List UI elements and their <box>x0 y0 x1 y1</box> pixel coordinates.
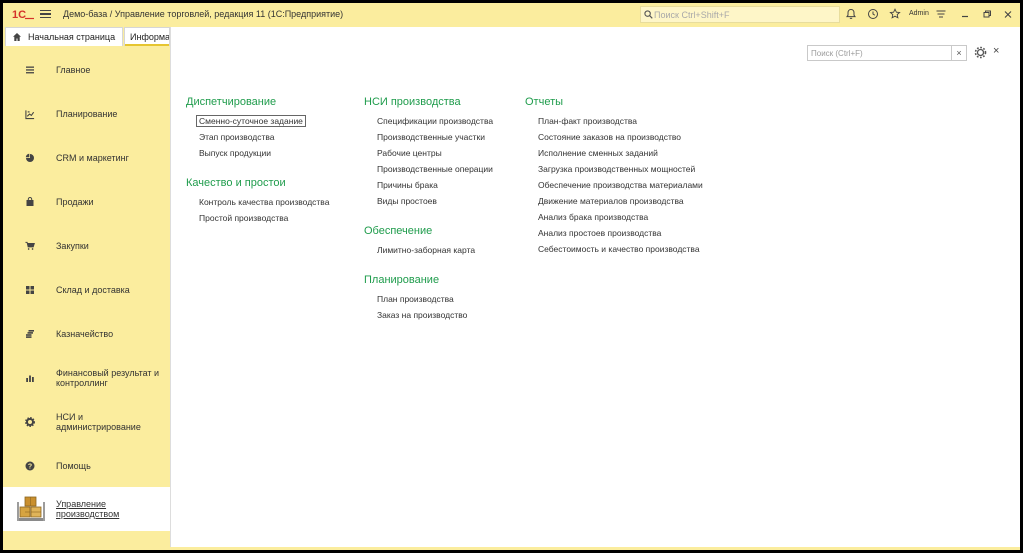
search-icon <box>644 10 653 19</box>
favorites-star-icon[interactable] <box>889 8 901 20</box>
group-gap <box>364 258 493 273</box>
user-name[interactable]: Admin <box>909 10 929 17</box>
nav-link[interactable]: Обеспечение производства материалами <box>525 177 703 193</box>
cart-icon <box>25 241 35 251</box>
group-title: Диспетчирование <box>186 96 277 108</box>
column-reports: Отчеты План-факт производства Состояние … <box>525 95 703 257</box>
planning-chart-icon <box>25 109 35 119</box>
form-search-box[interactable] <box>807 45 952 61</box>
sidebar-item-label: Закупки <box>56 241 89 251</box>
nav-link[interactable]: Лимитно-заборная карта <box>364 242 493 258</box>
bag-icon <box>25 197 35 207</box>
nav-link[interactable]: Простой производства <box>186 210 329 226</box>
settings-gear-icon[interactable] <box>974 46 987 59</box>
sidebar-item-label: CRM и маркетинг <box>56 153 129 163</box>
tab-home[interactable]: Начальная страница <box>5 27 123 46</box>
nav-link[interactable]: Контроль качества производства <box>186 194 329 210</box>
sidebar-item-planning[interactable]: Планирование <box>3 92 170 136</box>
nav-link[interactable]: Рабочие центры <box>364 145 493 161</box>
sidebar-item-label: Управление производством <box>56 499 120 519</box>
close-window-icon[interactable] <box>1002 8 1014 20</box>
sidebar-item-purchases[interactable]: Закупки <box>3 224 170 268</box>
column-nsi: НСИ производства Спецификации производст… <box>364 95 493 323</box>
global-search-input[interactable] <box>654 7 838 22</box>
sidebar-item-label: Финансовый результат и контроллинг <box>56 368 160 388</box>
group-title: Обеспечение <box>364 225 433 237</box>
settings-lines-icon[interactable] <box>935 8 947 20</box>
nav-link[interactable]: Производственные операции <box>364 161 493 177</box>
nav-link[interactable]: Виды простоев <box>364 193 493 209</box>
tab-info-label: Информа <box>130 32 170 42</box>
group-title: Отчеты <box>525 96 564 108</box>
form-search-input[interactable] <box>808 46 951 60</box>
nav-link[interactable]: Состояние заказов на производство <box>525 129 703 145</box>
restore-icon[interactable] <box>981 8 993 20</box>
sidebar-item-label: Казначейство <box>56 329 114 339</box>
sidebar-item-label: Помощь <box>56 461 91 471</box>
nav-link[interactable]: Этап производства <box>186 129 329 145</box>
sidebar-item-treasury[interactable]: Казначейство <box>3 312 170 356</box>
help-icon: ? <box>25 461 35 471</box>
nav-link[interactable]: План-факт производства <box>525 113 703 129</box>
column-dispatching: Диспетчирование Сменно-суточное задание … <box>186 95 329 226</box>
nav-link[interactable]: Выпуск продукции <box>186 145 329 161</box>
tab-home-label: Начальная страница <box>28 32 116 42</box>
nav-link[interactable]: Причины брака <box>364 177 493 193</box>
1c-logo-icon[interactable]: 1С <box>12 8 34 20</box>
search-clear-button[interactable]: × <box>952 45 967 61</box>
sidebar-item-label: НСИ и администрирование <box>56 412 141 432</box>
nav-link[interactable]: Сменно-суточное задание <box>186 113 329 129</box>
pie-chart-icon <box>25 153 35 163</box>
svg-text:1С: 1С <box>12 9 26 20</box>
link-label: Сменно-суточное задание <box>196 115 306 127</box>
group-gap <box>186 161 329 176</box>
tab-info[interactable]: Информа <box>124 27 170 46</box>
gear-icon <box>25 417 35 427</box>
history-icon[interactable] <box>867 8 879 20</box>
sidebar-item-admin[interactable]: НСИ и администрирование <box>3 400 170 444</box>
group-gap <box>364 209 493 224</box>
sidebar-item-crm[interactable]: CRM и маркетинг <box>3 136 170 180</box>
warehouse-grid-icon <box>25 285 35 295</box>
svg-text:?: ? <box>28 464 32 471</box>
nav-link[interactable]: Движение материалов производства <box>525 193 703 209</box>
title-bar: 1С Демо-база / Управление торговлей, ред… <box>3 3 1020 25</box>
sidebar-item-label: Планирование <box>56 109 118 119</box>
sidebar-item-label: Склад и доставка <box>56 285 130 295</box>
main-menu-icon[interactable] <box>40 8 51 20</box>
sidebar-item-label: Продажи <box>56 197 94 207</box>
global-search-box[interactable] <box>640 6 840 23</box>
menu-lines-icon <box>25 65 35 75</box>
nav-link[interactable]: Себестоимость и качество производства <box>525 241 703 257</box>
sidebar-item-production[interactable]: Управление производством <box>3 487 170 531</box>
nav-link[interactable]: Производственные участки <box>364 129 493 145</box>
notifications-bell-icon[interactable] <box>845 8 857 20</box>
coins-stack-icon <box>25 329 35 339</box>
nav-link[interactable]: Исполнение сменных заданий <box>525 145 703 161</box>
group-title: Качество и простои <box>186 177 286 189</box>
sidebar-item-help[interactable]: ? Помощь <box>3 444 170 488</box>
group-title: НСИ производства <box>364 96 461 108</box>
sidebar-item-main[interactable]: Главное <box>3 48 170 92</box>
bar-chart-icon <box>25 373 35 383</box>
window-title: Демо-база / Управление торговлей, редакц… <box>63 9 344 19</box>
close-form-button[interactable]: × <box>993 45 999 57</box>
sidebar: Главное Планирование CRM и маркетинг Про… <box>3 46 170 550</box>
nav-link[interactable]: Спецификации производства <box>364 113 493 129</box>
nav-link[interactable]: Загрузка производственных мощностей <box>525 161 703 177</box>
group-title: Планирование <box>364 274 440 286</box>
production-boxes-icon <box>16 494 46 524</box>
sidebar-item-sales[interactable]: Продажи <box>3 180 170 224</box>
content-panel: × × Диспетчирование Сменно-суточное зада… <box>170 27 1020 547</box>
app-window: 1С Демо-база / Управление торговлей, ред… <box>3 3 1020 550</box>
sidebar-item-warehouse[interactable]: Склад и доставка <box>3 268 170 312</box>
nav-link[interactable]: Заказ на производство <box>364 307 493 323</box>
nav-link[interactable]: Анализ простоев производства <box>525 225 703 241</box>
sidebar-item-finance[interactable]: Финансовый результат и контроллинг <box>3 356 170 400</box>
nav-link[interactable]: Анализ брака производства <box>525 209 703 225</box>
sidebar-item-label: Главное <box>56 65 91 75</box>
nav-link[interactable]: План производства <box>364 291 493 307</box>
home-icon <box>13 33 21 41</box>
minimize-icon[interactable] <box>959 8 971 20</box>
